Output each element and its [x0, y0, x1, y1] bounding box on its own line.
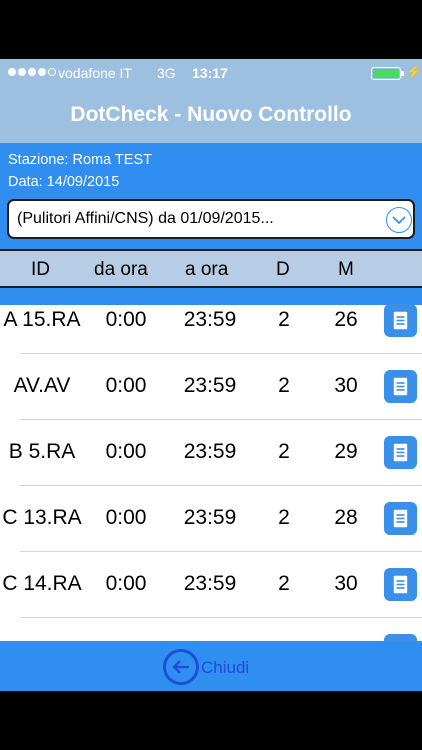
- cell-id: C 13.RA: [2, 506, 82, 529]
- cell-m: 29: [334, 440, 358, 463]
- cell-id: B 5.RA: [8, 440, 76, 463]
- document-icon[interactable]: [384, 436, 417, 469]
- status-time: 13:17: [192, 65, 228, 81]
- station-label: Stazione: Roma TEST: [8, 152, 152, 168]
- contract-selector[interactable]: (Pulitori Affini/CNS) da 01/09/2015...: [7, 199, 415, 239]
- cell-d: 2: [278, 572, 290, 595]
- back-arrow-icon: [163, 649, 199, 685]
- header-id: ID: [31, 259, 50, 280]
- cell-d: 2: [278, 440, 290, 463]
- cell-from-time: 0:00: [105, 572, 147, 595]
- cell-to-time: 23:59: [183, 572, 237, 595]
- document-icon[interactable]: [384, 568, 417, 601]
- cell-d: 2: [278, 374, 290, 397]
- network-type: 3G: [157, 65, 176, 81]
- app-screen: vodafone IT 3G 13:17 ⚡ DotCheck - Nuovo …: [0, 59, 422, 691]
- cell-to-time: 23:59: [183, 506, 237, 529]
- cell-from-time: 0:00: [105, 440, 147, 463]
- table-row[interactable]: A 15.RA 0:00 23:59 2 26: [0, 288, 422, 354]
- header-d: D: [276, 259, 290, 280]
- document-icon[interactable]: [384, 370, 417, 403]
- cell-id: A 15.RA: [3, 308, 81, 331]
- document-icon[interactable]: [384, 502, 417, 535]
- cell-from-time: 0:00: [105, 308, 147, 331]
- cell-m: 30: [334, 374, 358, 397]
- cell-id: C 14.RA: [2, 572, 82, 595]
- close-button[interactable]: Chiudi: [163, 649, 273, 685]
- status-bar: vodafone IT 3G 13:17 ⚡: [0, 59, 422, 87]
- bottom-toolbar: Chiudi: [0, 641, 422, 691]
- signal-strength-icon: [8, 68, 56, 76]
- close-label: Chiudi: [201, 658, 250, 677]
- date-label: Data: 14/09/2015: [8, 174, 120, 190]
- cell-m: 26: [334, 308, 358, 331]
- table-header: ID da ora a ora D M: [0, 249, 422, 288]
- chevron-down-icon[interactable]: [386, 207, 412, 233]
- table-row[interactable]: B 5.RA 0:00 23:59 2 29: [0, 420, 422, 486]
- cell-m: 30: [334, 572, 358, 595]
- table-row[interactable]: C 14.RA 0:00 23:59 2 30: [0, 552, 422, 618]
- page-title: DotCheck - Nuovo Controllo: [70, 103, 352, 126]
- cell-to-time: 23:59: [183, 374, 237, 397]
- header-from-time: da ora: [94, 259, 148, 280]
- top-bar: vodafone IT 3G 13:17 ⚡ DotCheck - Nuovo …: [0, 59, 422, 143]
- document-icon[interactable]: [384, 304, 417, 337]
- cell-id: AV.AV: [13, 374, 71, 397]
- cell-to-time: 23:59: [183, 308, 237, 331]
- charging-icon: ⚡: [406, 64, 422, 79]
- table-row[interactable]: C 13.RA 0:00 23:59 2 28: [0, 486, 422, 552]
- cell-m: 28: [334, 506, 358, 529]
- battery-icon: [371, 67, 404, 80]
- header-to-time: a ora: [185, 259, 229, 280]
- cell-from-time: 0:00: [105, 374, 147, 397]
- cell-from-time: 0:00: [105, 506, 147, 529]
- carrier-name: vodafone IT: [58, 65, 132, 81]
- cell-d: 2: [278, 506, 290, 529]
- cell-to-time: 23:59: [183, 440, 237, 463]
- table-row[interactable]: AV.AV 0:00 23:59 2 30: [0, 354, 422, 420]
- header-m: M: [338, 259, 354, 280]
- selector-value: (Pulitori Affini/CNS) da 01/09/2015...: [17, 210, 274, 227]
- cell-d: 2: [278, 308, 290, 331]
